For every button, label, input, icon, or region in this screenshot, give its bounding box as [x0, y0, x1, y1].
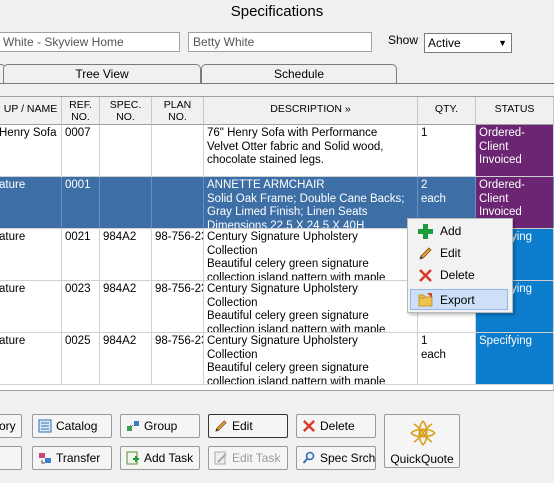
- transfer-button-label: Transfer: [56, 451, 101, 465]
- quickquote-label: QuickQuote: [390, 452, 454, 466]
- cell-ref: 0023: [62, 281, 100, 332]
- tab-schedule[interactable]: Schedule: [201, 64, 397, 83]
- menu-item-label: Export: [440, 293, 475, 307]
- pencil-icon: [215, 420, 227, 432]
- add-task-icon: [126, 451, 139, 465]
- menu-item-delete[interactable]: Delete: [410, 265, 508, 286]
- menu-item-label: Delete: [440, 268, 475, 282]
- col-header-spec[interactable]: SPEC. NO.: [100, 97, 152, 125]
- cell-name: Henry Sofa: [0, 125, 62, 176]
- cell-ref: 0007: [62, 125, 100, 176]
- cell-plan: [152, 125, 204, 176]
- table-row[interactable]: [0, 385, 554, 390]
- transfer-button[interactable]: Transfer: [32, 446, 112, 470]
- history-button[interactable]: ory: [0, 414, 22, 438]
- cell-description: Century Signature Upholstery Collection …: [204, 281, 418, 332]
- cell-name: ature: [0, 177, 62, 228]
- edit-button[interactable]: Edit: [208, 414, 288, 438]
- edit-button-label: Edit: [232, 419, 253, 433]
- catalog-icon: [38, 419, 52, 433]
- col-header-description[interactable]: DESCRIPTION »: [204, 97, 418, 125]
- catalog-button-label: Catalog: [56, 419, 98, 433]
- edit-task-button[interactable]: Edit Task: [208, 446, 288, 470]
- cell-name: ature: [0, 281, 62, 332]
- window-title: Specifications: [230, 3, 324, 20]
- menu-item-label: Edit: [440, 246, 461, 260]
- tab-tree-view[interactable]: Tree View: [3, 64, 201, 83]
- cell-spec: 984A2: [100, 333, 152, 384]
- cell-qty: 1: [418, 125, 476, 176]
- cell-name: ature: [0, 333, 62, 384]
- plus-icon: [418, 224, 433, 239]
- cell-ref: 0025: [62, 333, 100, 384]
- group-button[interactable]: Group: [120, 414, 200, 438]
- cell-ref: 0021: [62, 229, 100, 280]
- catalog-button[interactable]: Catalog: [32, 414, 112, 438]
- delete-button-label: Delete: [320, 419, 355, 433]
- cell-description: ANNETTE ARMCHAIR Solid Oak Frame; Double…: [204, 177, 418, 228]
- tab-divider: [0, 83, 554, 84]
- menu-item-add[interactable]: Add: [410, 221, 508, 242]
- cell-spec: 984A2: [100, 281, 152, 332]
- col-header-name[interactable]: UP / NAME: [0, 97, 62, 125]
- export-folder-icon: [418, 293, 433, 307]
- cell-qty: 1 each: [418, 333, 476, 384]
- table-row[interactable]: ature 0025 984A2 98-756-23 Century Signa…: [0, 333, 554, 385]
- menu-item-label: Add: [440, 224, 462, 238]
- client-field[interactable]: Betty White: [188, 32, 372, 52]
- cell-spec: [100, 177, 152, 228]
- context-menu: Add Edit Delete Export: [407, 218, 513, 313]
- spec-search-button-label: Spec Srch: [320, 451, 376, 465]
- cell-plan: [152, 177, 204, 228]
- status-badge: Ordered- Client Invoiced: [476, 125, 554, 176]
- status-badge: Specifying: [476, 333, 554, 384]
- add-task-button[interactable]: Add Task: [120, 446, 200, 470]
- col-header-status[interactable]: STATUS: [476, 97, 554, 125]
- cell-ref: 0001: [62, 177, 100, 228]
- status-badge-partial: [476, 385, 554, 390]
- cell-spec: [100, 125, 152, 176]
- project-field[interactable]: White - Skyview Home: [0, 32, 180, 52]
- cell-name: ature: [0, 229, 62, 280]
- chevron-down-icon[interactable]: ▼: [498, 34, 507, 52]
- cell-plan: 98-756-23: [152, 333, 204, 384]
- cell-plan: 98-756-23: [152, 229, 204, 280]
- x-icon: [303, 420, 315, 432]
- cell-spec: 984A2: [100, 229, 152, 280]
- partial-button[interactable]: [0, 446, 22, 470]
- show-select[interactable]: Active ▼: [424, 33, 512, 53]
- col-header-ref[interactable]: REF. NO.: [62, 97, 100, 125]
- cell-plan: 98-756-23: [152, 281, 204, 332]
- spec-search-button[interactable]: Spec Srch: [296, 446, 376, 470]
- group-icon: [127, 421, 139, 431]
- history-button-label: ory: [0, 419, 16, 433]
- transfer-icon: [39, 453, 51, 464]
- delete-button[interactable]: Delete: [296, 414, 376, 438]
- cell-description: Century Signature Upholstery Collection …: [204, 333, 418, 384]
- show-label: Show: [388, 33, 419, 47]
- spec-search-icon: [302, 451, 315, 464]
- add-task-button-label: Add Task: [144, 451, 194, 465]
- x-icon: [419, 269, 432, 282]
- cell-description: Century Signature Upholstery Collection …: [204, 229, 418, 280]
- quickquote-button[interactable]: QuickQuote: [384, 414, 460, 468]
- group-button-label: Group: [144, 419, 178, 433]
- edit-task-icon: [214, 451, 227, 465]
- show-select-value: Active: [428, 36, 461, 50]
- col-header-plan[interactable]: PLAN NO.: [152, 97, 204, 125]
- pencil-icon: [419, 247, 432, 260]
- col-header-qty[interactable]: QTY.: [418, 97, 476, 125]
- table-row[interactable]: Henry Sofa 0007 76" Henry Sofa with Perf…: [0, 125, 554, 177]
- menu-item-edit[interactable]: Edit: [410, 243, 508, 264]
- edit-task-button-label: Edit Task: [232, 451, 281, 465]
- cell-description: 76" Henry Sofa with Performance Velvet O…: [204, 125, 418, 176]
- menu-item-export[interactable]: Export: [410, 289, 508, 310]
- quickquote-logo-icon: [410, 420, 436, 446]
